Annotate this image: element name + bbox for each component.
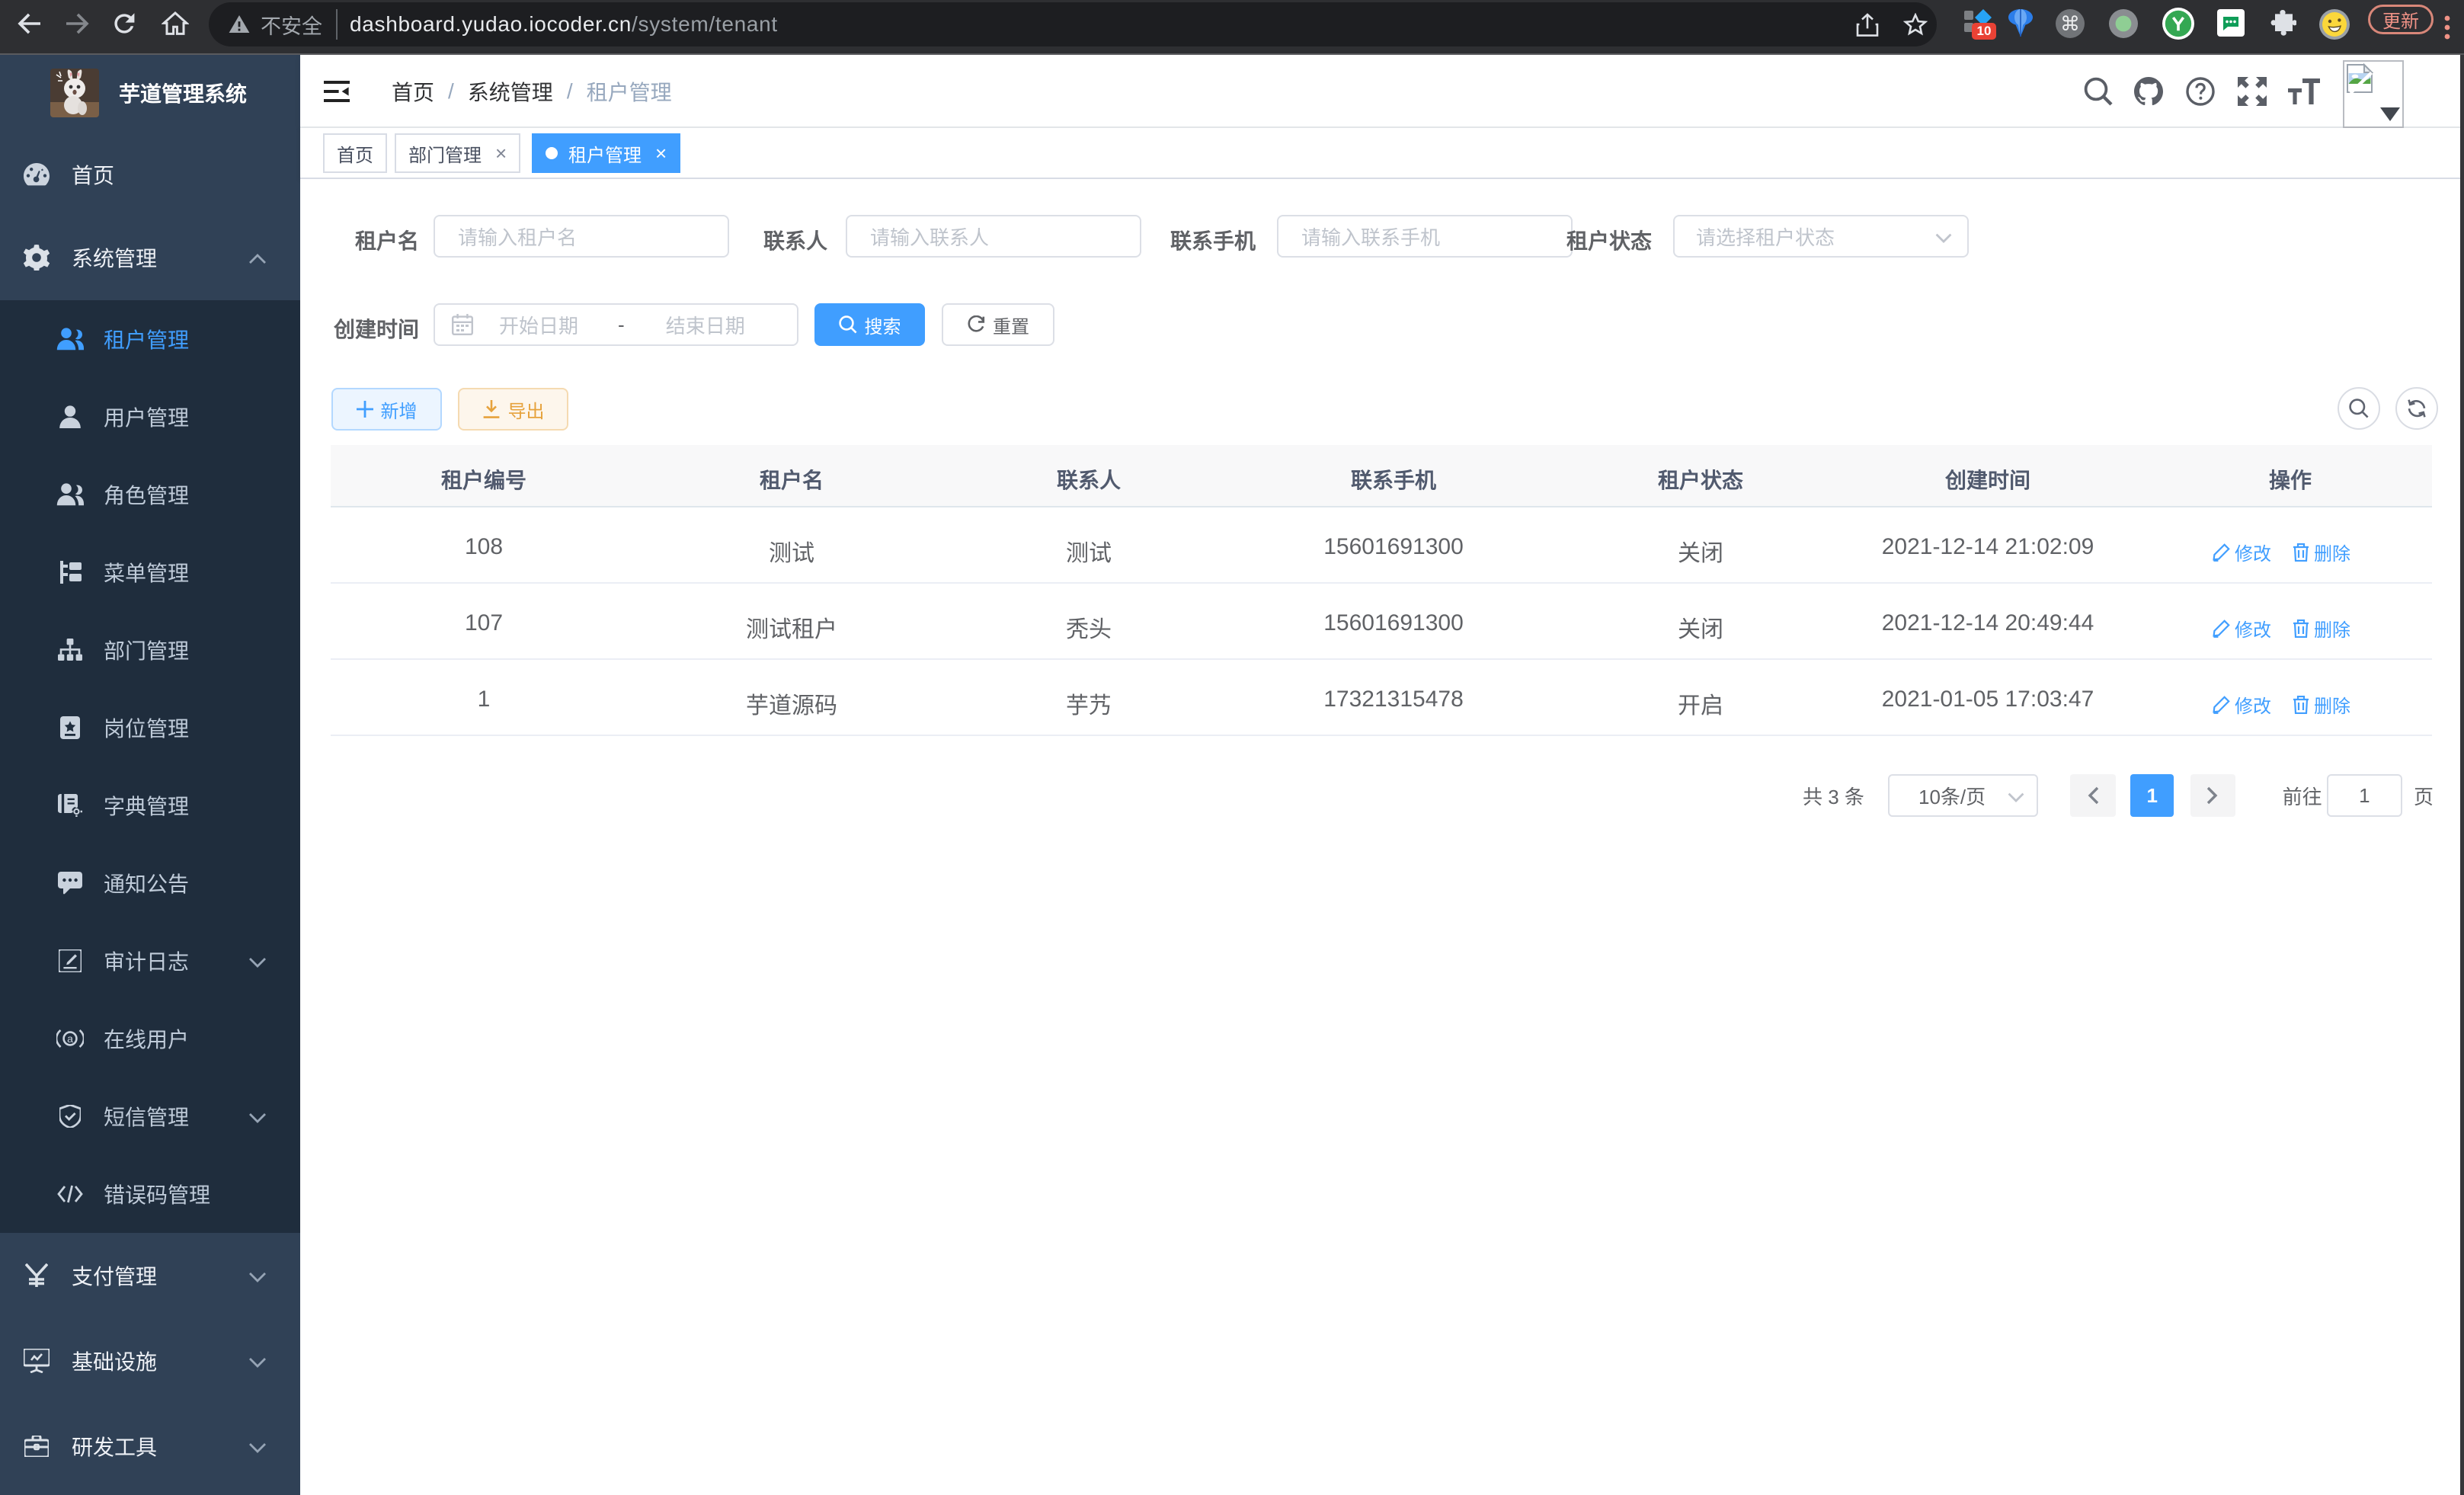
svg-text:a: a — [67, 1032, 73, 1045]
